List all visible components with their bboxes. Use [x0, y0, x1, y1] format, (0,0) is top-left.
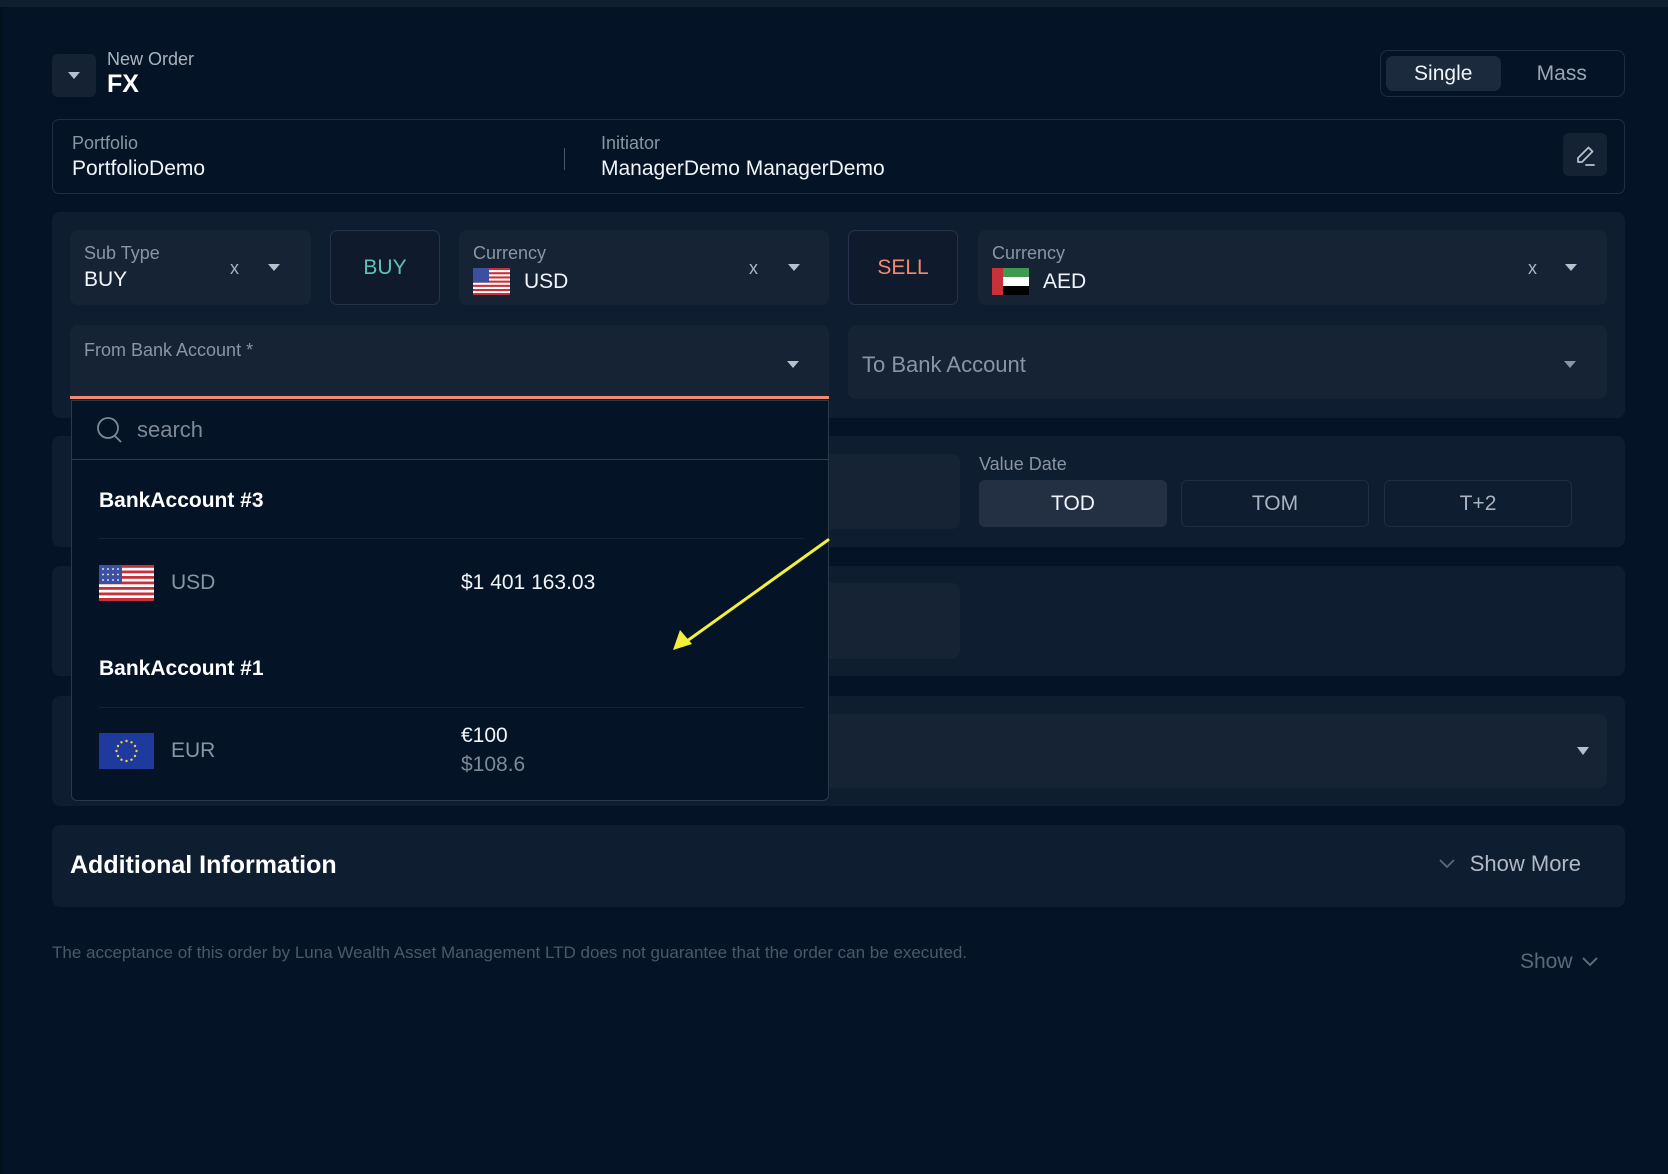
- value-date-tom[interactable]: TOM: [1181, 480, 1369, 527]
- portfolio-bar: Portfolio PortfolioDemo Initiator Manage…: [52, 119, 1625, 194]
- currency-value-wrap: AED: [992, 268, 1086, 295]
- buy-currency-select[interactable]: Currency USD x: [459, 230, 829, 305]
- ae-flag-icon: [992, 268, 1029, 295]
- us-flag-icon: [473, 268, 510, 295]
- show-label: Show: [1520, 950, 1573, 973]
- tab-single[interactable]: Single: [1386, 56, 1501, 91]
- sell-button[interactable]: SELL: [848, 230, 958, 305]
- buy-label: BUY: [363, 255, 407, 279]
- currency-label: Currency: [992, 243, 1066, 263]
- page-title: FX: [107, 70, 139, 98]
- left-edge: [0, 7, 3, 1174]
- search-input[interactable]: [137, 417, 737, 443]
- page-subtitle: New Order: [107, 49, 195, 69]
- amount-field[interactable]: [820, 454, 960, 529]
- to-bank-account-select[interactable]: To Bank Account: [848, 325, 1607, 399]
- account-balance: $1 401 163.03: [461, 571, 596, 594]
- caret-down-icon[interactable]: [787, 361, 799, 368]
- clear-icon[interactable]: x: [749, 258, 758, 279]
- rate-field[interactable]: [820, 583, 960, 659]
- chevron-down-icon: [1581, 957, 1598, 967]
- currency-value: AED: [1043, 269, 1087, 293]
- caret-down-icon[interactable]: [788, 264, 800, 271]
- dropdown-search: [72, 401, 828, 460]
- settlement-select[interactable]: [820, 714, 1607, 788]
- top-bar: [0, 0, 1668, 7]
- disclaimer-text: The acceptance of this order by Luna Wea…: [52, 943, 968, 962]
- value-date-tod[interactable]: TOD: [979, 480, 1167, 527]
- additional-info-title: Additional Information: [70, 851, 337, 879]
- clear-icon[interactable]: x: [1528, 258, 1537, 279]
- caret-down-icon[interactable]: [1565, 264, 1577, 271]
- us-flag-icon: [99, 565, 154, 606]
- mode-toggle: Single Mass: [1380, 50, 1625, 97]
- initiator-value: ManagerDemo ManagerDemo: [601, 157, 885, 180]
- clear-icon[interactable]: x: [230, 258, 239, 279]
- caret-down-icon: [68, 72, 80, 79]
- sell-label: SELL: [877, 255, 929, 279]
- show-more-label: Show More: [1469, 851, 1581, 876]
- portfolio-label: Portfolio: [72, 133, 139, 153]
- account-currency: USD: [171, 571, 216, 594]
- account-currency: EUR: [171, 739, 216, 762]
- value-date-label: Value Date: [979, 454, 1067, 474]
- currency-value: USD: [524, 269, 569, 293]
- additional-info-section: Additional Information Show More: [52, 825, 1625, 907]
- account-balance-usd: $108.6: [461, 753, 526, 776]
- to-bank-account-placeholder: To Bank Account: [862, 352, 1026, 377]
- show-disclaimer-button[interactable]: Show: [1520, 950, 1599, 974]
- sub-type-label: Sub Type: [84, 243, 160, 263]
- edit-button[interactable]: [1563, 133, 1607, 176]
- from-bank-account-select[interactable]: From Bank Account *: [70, 325, 829, 399]
- from-bank-account-label: From Bank Account *: [84, 340, 254, 360]
- currency-label: Currency: [473, 243, 547, 263]
- caret-down-icon[interactable]: [1577, 747, 1589, 755]
- account-group-title: BankAccount #1: [99, 657, 264, 680]
- value-date-t2[interactable]: T+2: [1384, 480, 1572, 527]
- sub-type-select[interactable]: Sub Type BUY x: [70, 230, 311, 305]
- account-option[interactable]: USD $1 401 163.03: [72, 539, 828, 619]
- initiator-label: Initiator: [601, 133, 661, 153]
- sub-type-value: BUY: [84, 268, 128, 291]
- sell-currency-select[interactable]: Currency AED x: [978, 230, 1607, 305]
- portfolio-value: PortfolioDemo: [72, 157, 206, 180]
- bank-account-dropdown: BankAccount #3 USD $1 401 163.03 BankAcc…: [71, 400, 829, 801]
- account-balance: €100: [461, 724, 508, 747]
- caret-down-icon[interactable]: [1564, 361, 1576, 368]
- divider: [564, 148, 565, 170]
- show-more-button[interactable]: Show More: [1438, 851, 1581, 877]
- buy-button[interactable]: BUY: [330, 230, 440, 305]
- eu-flag-icon: [99, 733, 154, 774]
- account-option[interactable]: EUR €100 $108.6: [72, 708, 828, 788]
- pencil-icon: [1577, 146, 1595, 166]
- currency-value-wrap: USD: [473, 268, 568, 295]
- search-icon: [97, 417, 122, 443]
- chevron-down-icon: [1439, 859, 1455, 869]
- caret-down-icon[interactable]: [268, 264, 280, 271]
- account-group-title: BankAccount #3: [99, 489, 264, 512]
- tab-mass[interactable]: Mass: [1505, 56, 1620, 91]
- collapse-order-button[interactable]: [52, 54, 96, 97]
